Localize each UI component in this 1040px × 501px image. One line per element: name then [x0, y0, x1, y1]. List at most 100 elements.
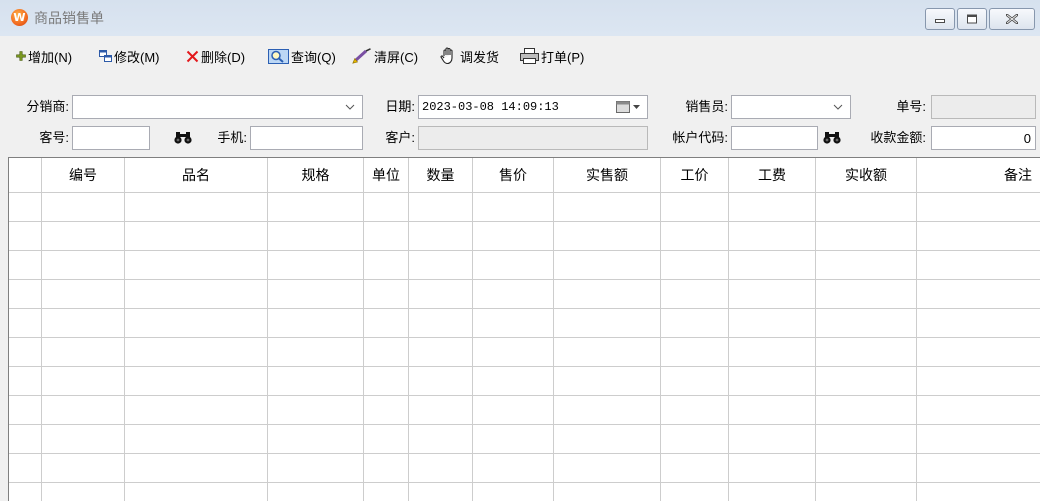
table-cell[interactable]	[268, 193, 364, 221]
table-cell[interactable]	[554, 338, 661, 366]
table-cell[interactable]	[268, 251, 364, 279]
column-header-quantity[interactable]: 数量	[409, 158, 473, 192]
title-bar[interactable]: W 商品销售单	[0, 0, 1040, 36]
table-row[interactable]	[9, 483, 1040, 501]
table-cell[interactable]	[473, 222, 554, 250]
table-row[interactable]	[9, 425, 1040, 454]
table-row[interactable]	[9, 309, 1040, 338]
table-cell[interactable]	[409, 222, 473, 250]
table-cell[interactable]	[661, 367, 729, 395]
row-indicator[interactable]	[9, 396, 42, 424]
search-button[interactable]: 查询(Q)	[268, 45, 336, 67]
table-cell[interactable]	[729, 222, 816, 250]
table-cell[interactable]	[661, 396, 729, 424]
row-indicator[interactable]	[9, 280, 42, 308]
table-cell[interactable]	[42, 396, 125, 424]
add-button[interactable]: 增加(N)	[16, 45, 72, 67]
table-cell[interactable]	[409, 280, 473, 308]
table-cell[interactable]	[125, 483, 268, 501]
table-cell[interactable]	[554, 193, 661, 221]
table-cell[interactable]	[554, 309, 661, 337]
table-cell[interactable]	[554, 222, 661, 250]
customer-number-field[interactable]	[72, 126, 150, 150]
chevron-down-icon[interactable]	[833, 104, 843, 110]
table-cell[interactable]	[661, 280, 729, 308]
table-cell[interactable]	[42, 454, 125, 482]
minimize-button[interactable]	[925, 8, 955, 30]
table-cell[interactable]	[125, 338, 268, 366]
amount-received-field[interactable]	[931, 126, 1036, 150]
table-cell[interactable]	[268, 483, 364, 501]
table-cell[interactable]	[364, 309, 409, 337]
close-button[interactable]	[989, 8, 1035, 30]
table-cell[interactable]	[917, 367, 1040, 395]
date-picker[interactable]: 2023-03-08 14:09:13	[418, 95, 648, 119]
delete-button[interactable]: 删除(D)	[186, 45, 245, 67]
table-cell[interactable]	[42, 367, 125, 395]
table-cell[interactable]	[364, 483, 409, 501]
table-cell[interactable]	[917, 251, 1040, 279]
table-cell[interactable]	[816, 454, 917, 482]
table-cell[interactable]	[816, 483, 917, 501]
table-cell[interactable]	[125, 251, 268, 279]
table-cell[interactable]	[42, 193, 125, 221]
table-cell[interactable]	[42, 425, 125, 453]
table-cell[interactable]	[816, 193, 917, 221]
table-cell[interactable]	[729, 251, 816, 279]
table-cell[interactable]	[42, 338, 125, 366]
table-cell[interactable]	[729, 483, 816, 501]
table-cell[interactable]	[125, 193, 268, 221]
table-cell[interactable]	[917, 280, 1040, 308]
column-header-product-name[interactable]: 品名	[125, 158, 268, 192]
table-cell[interactable]	[729, 280, 816, 308]
table-cell[interactable]	[409, 338, 473, 366]
table-cell[interactable]	[125, 454, 268, 482]
table-cell[interactable]	[554, 396, 661, 424]
table-cell[interactable]	[816, 425, 917, 453]
row-indicator[interactable]	[9, 454, 42, 482]
table-cell[interactable]	[661, 251, 729, 279]
table-cell[interactable]	[473, 396, 554, 424]
edit-button[interactable]: 修改(M)	[99, 45, 160, 67]
order-items-grid[interactable]: 编号 品名 规格 单位 数量 售价 实售额 工价 工费 实收额 备注	[8, 157, 1040, 501]
table-row[interactable]	[9, 280, 1040, 309]
print-button[interactable]: 打单(P)	[520, 45, 584, 67]
salesperson-select[interactable]	[731, 95, 851, 119]
table-cell[interactable]	[917, 396, 1040, 424]
table-row[interactable]	[9, 251, 1040, 280]
table-cell[interactable]	[268, 396, 364, 424]
column-header-actual-received[interactable]: 实收额	[816, 158, 917, 192]
table-cell[interactable]	[364, 251, 409, 279]
table-cell[interactable]	[125, 280, 268, 308]
table-cell[interactable]	[729, 425, 816, 453]
table-row[interactable]	[9, 367, 1040, 396]
table-cell[interactable]	[409, 251, 473, 279]
table-cell[interactable]	[409, 425, 473, 453]
row-indicator[interactable]	[9, 425, 42, 453]
table-cell[interactable]	[729, 396, 816, 424]
table-cell[interactable]	[42, 483, 125, 501]
table-cell[interactable]	[816, 367, 917, 395]
row-indicator[interactable]	[9, 483, 42, 501]
table-row[interactable]	[9, 222, 1040, 251]
table-cell[interactable]	[816, 396, 917, 424]
row-indicator[interactable]	[9, 222, 42, 250]
table-cell[interactable]	[816, 280, 917, 308]
clear-screen-button[interactable]: 清屏(C)	[352, 45, 418, 67]
row-indicator[interactable]	[9, 193, 42, 221]
table-cell[interactable]	[473, 483, 554, 501]
table-cell[interactable]	[661, 483, 729, 501]
column-header-labor-price[interactable]: 工价	[661, 158, 729, 192]
table-cell[interactable]	[409, 367, 473, 395]
table-cell[interactable]	[409, 454, 473, 482]
maximize-button[interactable]	[957, 8, 987, 30]
table-cell[interactable]	[554, 280, 661, 308]
table-cell[interactable]	[816, 251, 917, 279]
table-cell[interactable]	[661, 222, 729, 250]
table-cell[interactable]	[661, 425, 729, 453]
table-cell[interactable]	[554, 367, 661, 395]
table-cell[interactable]	[917, 222, 1040, 250]
phone-field[interactable]	[250, 126, 363, 150]
column-header-actual-sales[interactable]: 实售额	[554, 158, 661, 192]
table-cell[interactable]	[554, 483, 661, 501]
